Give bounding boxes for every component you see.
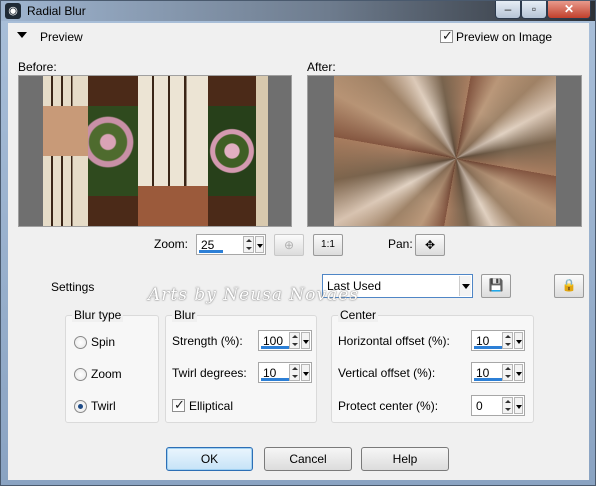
settings-label: Settings xyxy=(51,280,95,294)
vertical-updown-icon[interactable] xyxy=(502,364,513,381)
maximize-button[interactable]: ▫ xyxy=(521,1,547,19)
zoom-label: Zoom: xyxy=(154,237,189,251)
checkmark-icon: ✓ xyxy=(442,28,453,43)
watermark: Arts by Neusa Novaes xyxy=(148,285,360,305)
dialog-body: Preview ✓ Preview on Image Before: After… xyxy=(8,23,589,480)
before-preview[interactable] xyxy=(18,75,292,227)
zoom-updown-icon[interactable] xyxy=(243,236,254,253)
collapse-arrow-icon[interactable] xyxy=(17,32,27,38)
blur-type-group: Blur type Spin Zoom Twirl xyxy=(65,308,159,423)
vertical-offset-spinner[interactable]: 10 xyxy=(471,362,525,383)
radial-blur-dialog: ◉ Radial Blur – ▫ ✕ Preview ✓ Preview on… xyxy=(0,0,596,486)
minimize-button[interactable]: – xyxy=(495,1,521,19)
zoom-dropdown-icon[interactable] xyxy=(255,236,264,253)
twirl-radio[interactable] xyxy=(74,400,87,413)
after-image xyxy=(334,76,556,226)
strength-label: Strength (%): xyxy=(172,334,243,348)
horizontal-offset-label: Horizontal offset (%): xyxy=(338,334,450,348)
before-label: Before: xyxy=(18,60,57,74)
protect-center-spinner[interactable]: 0 xyxy=(471,395,525,416)
window-title: Radial Blur xyxy=(27,4,86,18)
blur-title: Blur xyxy=(172,308,198,322)
preview-on-image-checkbox[interactable]: ✓ xyxy=(440,28,453,43)
app-icon: ◉ xyxy=(5,3,21,19)
preview-on-image-label: Preview on Image xyxy=(456,30,553,44)
randomize-button[interactable]: 🔒 xyxy=(554,274,584,298)
twirl-degrees-spinner[interactable]: 10 xyxy=(258,362,312,383)
center-title: Center xyxy=(338,308,379,322)
before-image xyxy=(43,76,268,226)
protect-center-value: 0 xyxy=(476,399,483,413)
spin-radio[interactable] xyxy=(74,336,87,349)
pan-button[interactable]: ✥ xyxy=(415,234,445,256)
cancel-button[interactable]: Cancel xyxy=(264,447,352,471)
pan-label: Pan: xyxy=(388,237,413,251)
vertical-dropdown-icon[interactable] xyxy=(514,364,523,381)
zoom-to-fit-button[interactable]: ⊕ xyxy=(274,234,304,256)
blur-group: Blur Strength (%): 100 Twirl degrees: 10… xyxy=(165,308,317,423)
save-preset-button[interactable]: 💾 xyxy=(481,274,511,298)
horizontal-updown-icon[interactable] xyxy=(502,332,513,349)
preview-header-label: Preview xyxy=(40,30,83,44)
strength-spinner[interactable]: 100 xyxy=(258,330,312,351)
protect-center-label: Protect center (%): xyxy=(338,399,439,413)
twirl-updown-icon[interactable] xyxy=(289,364,300,381)
strength-dropdown-icon[interactable] xyxy=(301,332,310,349)
blur-type-title: Blur type xyxy=(72,308,124,322)
twirl-label[interactable]: Twirl xyxy=(91,399,116,413)
checkmark-icon: ✓ xyxy=(174,397,185,412)
help-button[interactable]: Help xyxy=(361,447,449,471)
elliptical-checkbox[interactable]: ✓ xyxy=(172,397,185,412)
preset-dropdown-icon[interactable] xyxy=(459,276,471,296)
zoom-radio-label[interactable]: Zoom xyxy=(91,367,122,381)
vertical-offset-label: Vertical offset (%): xyxy=(338,366,436,380)
twirl-dropdown-icon[interactable] xyxy=(301,364,310,381)
horizontal-dropdown-icon[interactable] xyxy=(514,332,523,349)
actual-size-button[interactable]: 1:1 xyxy=(313,234,343,256)
close-button[interactable]: ✕ xyxy=(547,1,591,19)
zoom-radio[interactable] xyxy=(74,368,87,381)
protect-dropdown-icon[interactable] xyxy=(514,397,523,414)
strength-updown-icon[interactable] xyxy=(289,332,300,349)
protect-updown-icon[interactable] xyxy=(502,397,513,414)
after-label: After: xyxy=(307,60,336,74)
after-preview[interactable] xyxy=(307,75,582,227)
ok-button[interactable]: OK xyxy=(166,447,253,471)
twirl-degrees-label: Twirl degrees: xyxy=(172,366,247,380)
spin-label[interactable]: Spin xyxy=(91,335,115,349)
horizontal-offset-spinner[interactable]: 10 xyxy=(471,330,525,351)
center-group: Center Horizontal offset (%): 10 Vertica… xyxy=(331,308,534,423)
preview-header[interactable]: Preview ✓ Preview on Image xyxy=(8,23,589,49)
zoom-spinner[interactable]: 25 xyxy=(196,234,266,255)
elliptical-label[interactable]: Elliptical xyxy=(189,399,233,413)
title-bar[interactable]: ◉ Radial Blur – ▫ ✕ xyxy=(1,1,595,21)
